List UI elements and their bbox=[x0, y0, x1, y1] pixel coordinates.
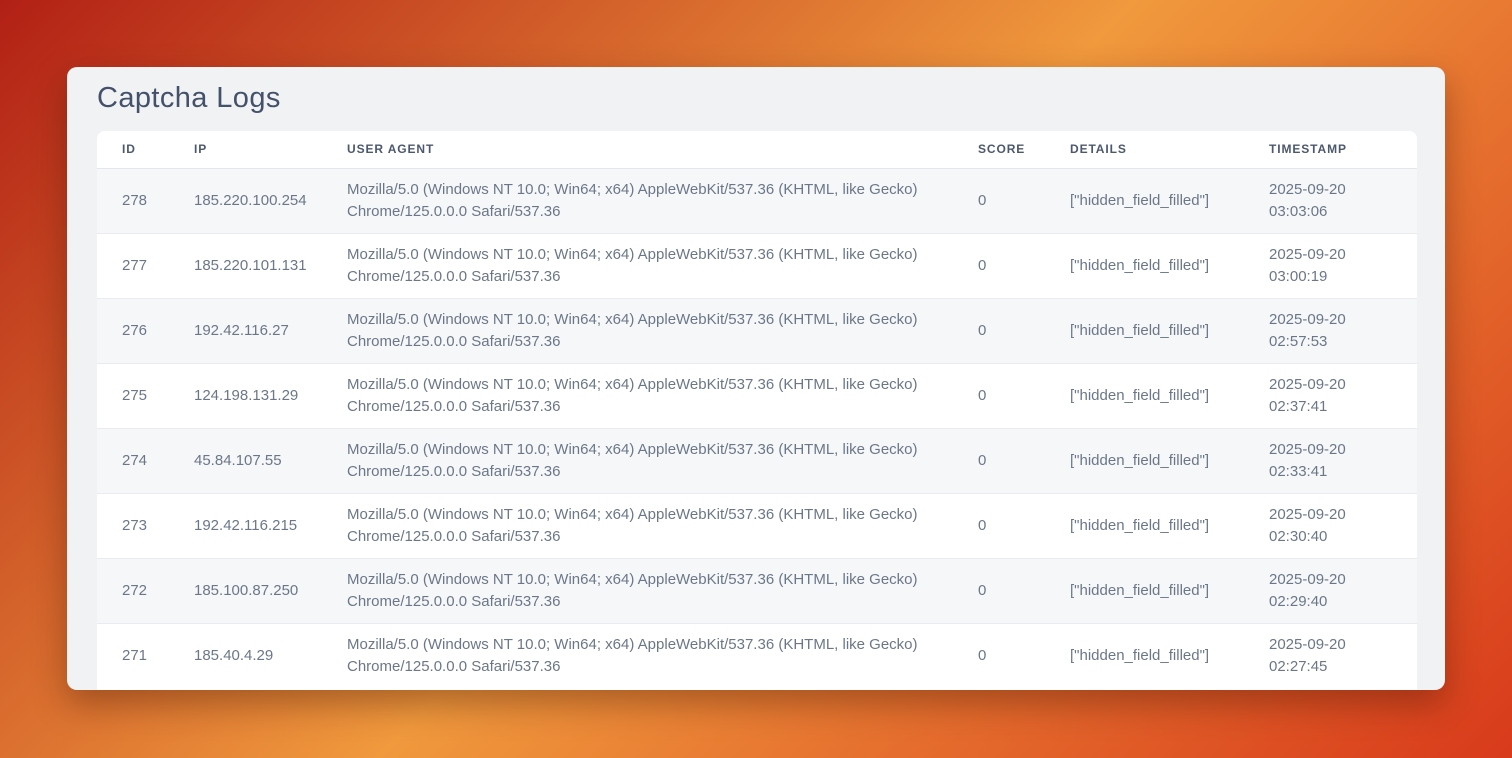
cell-ip: 192.42.116.27 bbox=[194, 298, 347, 363]
cell-user-agent: Mozilla/5.0 (Windows NT 10.0; Win64; x64… bbox=[347, 233, 978, 298]
cell-details: ["hidden_field_filled"] bbox=[1070, 623, 1269, 688]
cell-ip: 192.42.116.215 bbox=[194, 493, 347, 558]
cell-ip: 185.220.100.254 bbox=[194, 168, 347, 233]
cell-timestamp: 2025-09-20 03:03:06 bbox=[1269, 168, 1417, 233]
cell-id: 277 bbox=[97, 233, 194, 298]
table-header-row: ID IP USER AGENT SCORE DETAILS TIMESTAMP bbox=[97, 131, 1417, 168]
table-row: 277 185.220.101.131 Mozilla/5.0 (Windows… bbox=[97, 233, 1417, 298]
col-header-id: ID bbox=[97, 131, 194, 168]
cell-timestamp: 2025-09-20 02:33:41 bbox=[1269, 428, 1417, 493]
table-row: 278 185.220.100.254 Mozilla/5.0 (Windows… bbox=[97, 168, 1417, 233]
cell-timestamp: 2025-09-20 02:27:45 bbox=[1269, 623, 1417, 688]
table-row: 273 192.42.116.215 Mozilla/5.0 (Windows … bbox=[97, 493, 1417, 558]
cell-user-agent: Mozilla/5.0 (Windows NT 10.0; Win64; x64… bbox=[347, 363, 978, 428]
cell-user-agent: Mozilla/5.0 (Windows NT 10.0; Win64; x64… bbox=[347, 298, 978, 363]
cell-id: 273 bbox=[97, 493, 194, 558]
table-row: 271 185.40.4.29 Mozilla/5.0 (Windows NT … bbox=[97, 623, 1417, 688]
cell-id: 271 bbox=[97, 623, 194, 688]
col-header-timestamp: TIMESTAMP bbox=[1269, 131, 1417, 168]
cell-user-agent: Mozilla/5.0 (Windows NT 10.0; Win64; x64… bbox=[347, 428, 978, 493]
cell-details: ["hidden_field_filled"] bbox=[1070, 298, 1269, 363]
col-header-score: SCORE bbox=[978, 131, 1070, 168]
cell-details: ["hidden_field_filled"] bbox=[1070, 363, 1269, 428]
cell-timestamp: 2025-09-20 02:37:41 bbox=[1269, 363, 1417, 428]
table-row: 272 185.100.87.250 Mozilla/5.0 (Windows … bbox=[97, 558, 1417, 623]
cell-id: 278 bbox=[97, 168, 194, 233]
cell-score: 0 bbox=[978, 298, 1070, 363]
cell-details: ["hidden_field_filled"] bbox=[1070, 428, 1269, 493]
captcha-logs-card: Captcha Logs ID IP USER AGENT SCORE DETA… bbox=[67, 67, 1445, 690]
col-header-ip: IP bbox=[194, 131, 347, 168]
cell-timestamp: 2025-09-20 03:00:19 bbox=[1269, 233, 1417, 298]
cell-score: 0 bbox=[978, 558, 1070, 623]
table-row: 275 124.198.131.29 Mozilla/5.0 (Windows … bbox=[97, 363, 1417, 428]
cell-ip: 185.100.87.250 bbox=[194, 558, 347, 623]
cell-user-agent: Mozilla/5.0 (Windows NT 10.0; Win64; x64… bbox=[347, 623, 978, 688]
cell-timestamp: 2025-09-20 02:57:53 bbox=[1269, 298, 1417, 363]
cell-score: 0 bbox=[978, 428, 1070, 493]
cell-ip: 45.84.107.55 bbox=[194, 428, 347, 493]
table-header: ID IP USER AGENT SCORE DETAILS TIMESTAMP bbox=[97, 131, 1417, 168]
cell-ip: 185.40.4.29 bbox=[194, 623, 347, 688]
cell-timestamp: 2025-09-20 02:30:40 bbox=[1269, 493, 1417, 558]
cell-ip: 185.220.101.131 bbox=[194, 233, 347, 298]
table-row: 276 192.42.116.27 Mozilla/5.0 (Windows N… bbox=[97, 298, 1417, 363]
cell-score: 0 bbox=[978, 168, 1070, 233]
cell-score: 0 bbox=[978, 493, 1070, 558]
cell-id: 275 bbox=[97, 363, 194, 428]
col-header-user-agent: USER AGENT bbox=[347, 131, 978, 168]
col-header-details: DETAILS bbox=[1070, 131, 1269, 168]
cell-user-agent: Mozilla/5.0 (Windows NT 10.0; Win64; x64… bbox=[347, 493, 978, 558]
table-row: 274 45.84.107.55 Mozilla/5.0 (Windows NT… bbox=[97, 428, 1417, 493]
table-body: 278 185.220.100.254 Mozilla/5.0 (Windows… bbox=[97, 168, 1417, 688]
cell-user-agent: Mozilla/5.0 (Windows NT 10.0; Win64; x64… bbox=[347, 168, 978, 233]
cell-score: 0 bbox=[978, 623, 1070, 688]
cell-id: 276 bbox=[97, 298, 194, 363]
cell-id: 272 bbox=[97, 558, 194, 623]
cell-details: ["hidden_field_filled"] bbox=[1070, 493, 1269, 558]
cell-details: ["hidden_field_filled"] bbox=[1070, 558, 1269, 623]
cell-score: 0 bbox=[978, 233, 1070, 298]
cell-ip: 124.198.131.29 bbox=[194, 363, 347, 428]
cell-details: ["hidden_field_filled"] bbox=[1070, 168, 1269, 233]
cell-timestamp: 2025-09-20 02:29:40 bbox=[1269, 558, 1417, 623]
captcha-logs-table: ID IP USER AGENT SCORE DETAILS TIMESTAMP… bbox=[97, 131, 1417, 688]
cell-score: 0 bbox=[978, 363, 1070, 428]
cell-id: 274 bbox=[97, 428, 194, 493]
cell-user-agent: Mozilla/5.0 (Windows NT 10.0; Win64; x64… bbox=[347, 558, 978, 623]
cell-details: ["hidden_field_filled"] bbox=[1070, 233, 1269, 298]
page-title: Captcha Logs bbox=[97, 82, 1445, 115]
captcha-logs-table-panel: ID IP USER AGENT SCORE DETAILS TIMESTAMP… bbox=[97, 131, 1417, 690]
